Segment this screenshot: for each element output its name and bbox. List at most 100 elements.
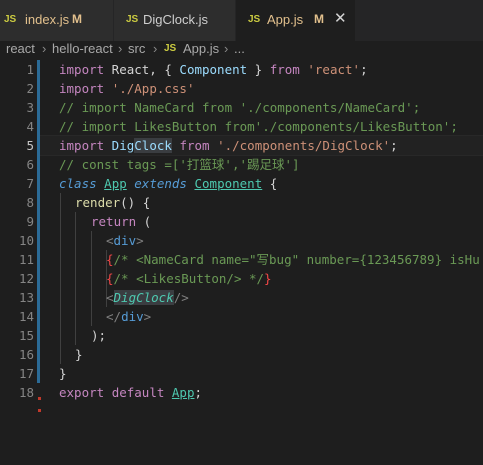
code-line-3[interactable]: // import NameCard from './components/Na… xyxy=(59,98,420,117)
token: './components/DigClock' xyxy=(217,138,391,153)
selected-token: Clock xyxy=(134,138,172,153)
line-number: 8 xyxy=(26,195,34,210)
line-number: 4 xyxy=(26,119,34,134)
chevron-right-icon: › xyxy=(42,41,47,56)
line-number: 9 xyxy=(26,214,34,229)
token: Dig xyxy=(104,138,135,153)
git-deleted-marker xyxy=(38,397,41,400)
line-number: 14 xyxy=(18,309,34,324)
token: default xyxy=(111,385,165,400)
breadcrumb-item[interactable]: hello-react xyxy=(52,41,113,56)
code-line-5[interactable]: import DigClock from './components/DigCl… xyxy=(59,136,398,155)
token: > xyxy=(143,309,152,324)
token: React, { xyxy=(104,62,180,77)
code-line-18[interactable]: export default App; xyxy=(59,383,202,402)
git-modified-gutter-bar xyxy=(37,60,40,383)
modified-badge: M xyxy=(314,12,324,26)
js-file-icon: JS xyxy=(164,43,177,54)
code-line-4[interactable]: // import LikesButton from'./components/… xyxy=(59,117,458,136)
code-line-10[interactable]: <div> xyxy=(106,231,144,250)
token: { xyxy=(106,271,114,286)
token: /> xyxy=(173,290,189,305)
chevron-right-icon: › xyxy=(224,41,229,56)
token: App xyxy=(171,385,195,400)
line-number: 3 xyxy=(26,100,34,115)
token: from xyxy=(269,62,300,77)
tab-label: DigClock.js xyxy=(143,12,209,27)
code-line-11[interactable]: {/* <NameCard name="写bug" number={123456… xyxy=(106,250,480,269)
close-icon[interactable]: ✕ xyxy=(334,9,347,27)
breadcrumb-item[interactable]: react xyxy=(6,41,35,56)
code-line-9[interactable]: return ( xyxy=(91,212,151,231)
code-line-8[interactable]: render() { xyxy=(75,193,150,212)
token: /* <LikesButton/> */ xyxy=(113,271,265,286)
tab-digclock-js[interactable]: JS DigClock.js xyxy=(114,0,236,41)
token: > xyxy=(136,233,144,248)
code-line-1[interactable]: import React, { Component } from 'react'… xyxy=(59,60,368,79)
line-number: 11 xyxy=(18,252,34,267)
code-line-6[interactable]: // const tags =['打篮球','踢足球'] xyxy=(59,155,300,174)
code-line-7[interactable]: class App extends Component { xyxy=(59,174,277,193)
code-line-15[interactable]: ); xyxy=(91,326,106,345)
token: render xyxy=(75,195,121,210)
token: div xyxy=(113,233,137,248)
token: App xyxy=(104,176,127,191)
token: div xyxy=(121,309,144,324)
code-line-13[interactable]: <DigClock/> xyxy=(106,288,189,307)
token: export xyxy=(59,385,105,400)
token: < xyxy=(106,233,114,248)
tab-label: index.js xyxy=(25,12,70,27)
indent-guide xyxy=(75,212,76,345)
token: import xyxy=(59,138,105,153)
code-line-17[interactable]: } xyxy=(59,364,67,383)
breadcrumb-item[interactable]: App.js xyxy=(183,41,219,56)
token: extends xyxy=(134,176,187,191)
breadcrumb-item[interactable]: src xyxy=(128,41,145,56)
line-number: 5 xyxy=(26,138,34,153)
tab-app-js[interactable]: JS App.js M ✕ xyxy=(236,0,356,41)
token: class xyxy=(59,176,97,191)
line-number: 2 xyxy=(26,81,34,96)
code-line-16[interactable]: } xyxy=(75,345,83,364)
indent-guide xyxy=(91,231,92,326)
modified-badge: M xyxy=(72,12,82,26)
line-number: 1 xyxy=(26,62,34,77)
line-number: 7 xyxy=(26,176,34,191)
token: ; xyxy=(194,385,203,400)
token: } xyxy=(264,271,272,286)
line-number: 16 xyxy=(18,347,34,362)
tab-label: App.js xyxy=(267,12,304,27)
git-deleted-marker xyxy=(38,409,41,412)
chevron-right-icon: › xyxy=(153,41,158,56)
line-number: 18 xyxy=(18,385,34,400)
code-line-14[interactable]: </div> xyxy=(106,307,151,326)
token: 'react' xyxy=(307,62,361,77)
line-number: 15 xyxy=(18,328,34,343)
js-file-icon: JS xyxy=(4,14,17,25)
code-line-2[interactable]: import './App.css' xyxy=(59,79,194,98)
token: ; xyxy=(360,62,368,77)
code-line-12[interactable]: {/* <LikesButton/> */} xyxy=(106,269,272,288)
token: ; xyxy=(390,138,398,153)
token: Component xyxy=(179,62,248,77)
line-number: 17 xyxy=(18,366,34,381)
token: ( xyxy=(136,214,152,229)
line-number: 10 xyxy=(18,233,34,248)
token: return xyxy=(91,214,137,229)
token: </ xyxy=(106,309,122,324)
token: /* <NameCard name="写bug" number={1234567… xyxy=(113,252,480,267)
js-file-icon: JS xyxy=(126,14,139,25)
token: { xyxy=(106,252,114,267)
breadcrumb-item[interactable]: ... xyxy=(234,41,245,56)
line-number: 13 xyxy=(18,290,34,305)
token: < xyxy=(106,290,114,305)
tab-index-js[interactable]: JS index.js M xyxy=(0,0,114,41)
token: './App.css' xyxy=(111,81,195,96)
token: DigClock xyxy=(113,290,174,305)
js-file-icon: JS xyxy=(248,14,261,25)
chevron-right-icon: › xyxy=(118,41,123,56)
